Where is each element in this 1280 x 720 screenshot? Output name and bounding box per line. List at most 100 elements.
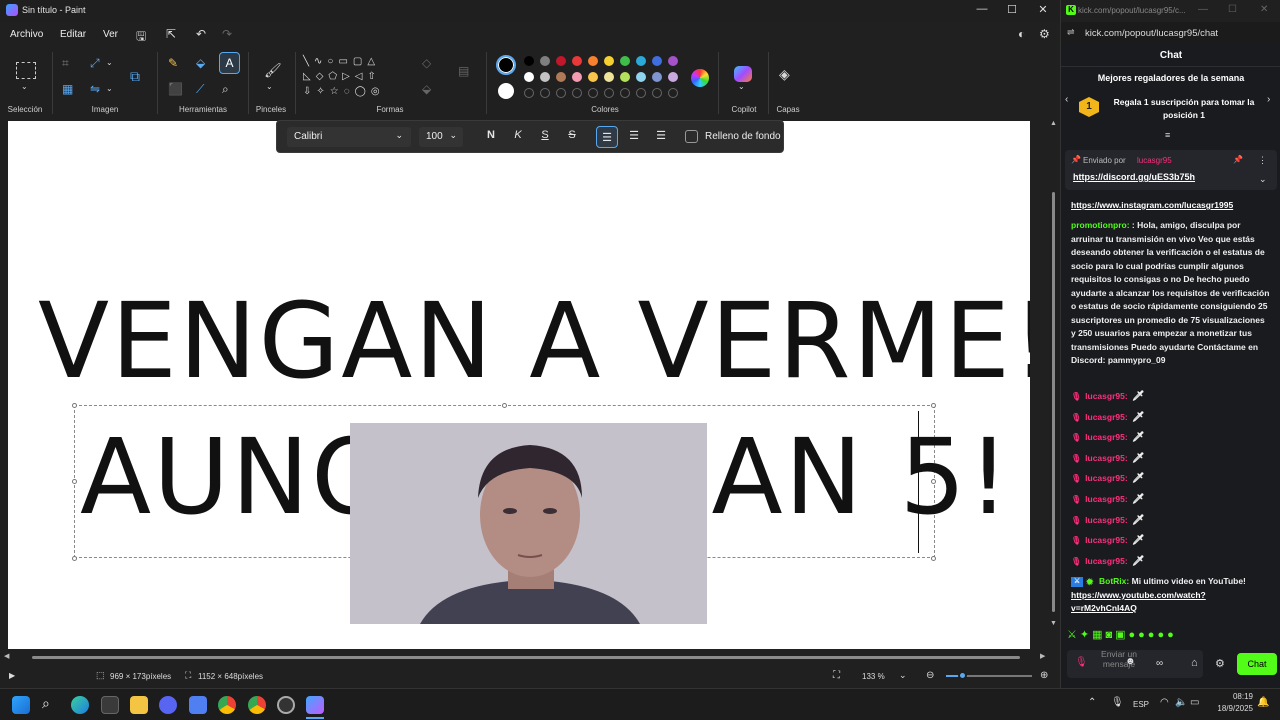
color-swatch[interactable]	[604, 56, 614, 66]
brush-icon[interactable]: 🖌	[264, 62, 282, 79]
zoom-select[interactable]: 133 % ⌄	[856, 668, 912, 685]
color-swatch[interactable]	[556, 56, 566, 66]
resize-handle[interactable]	[931, 556, 936, 561]
secondary-color[interactable]	[498, 83, 514, 99]
color-swatch[interactable]	[604, 72, 614, 82]
site-info-icon[interactable]: ⇌	[1067, 27, 1075, 38]
language-indicator[interactable]: ESP	[1133, 700, 1149, 709]
shape-fill-icon[interactable]: ▤	[458, 64, 469, 78]
custom-color-slot[interactable]	[556, 88, 566, 98]
capcut-icon[interactable]	[189, 696, 207, 714]
resize-handle[interactable]	[931, 403, 936, 408]
color-swatch[interactable]	[636, 56, 646, 66]
paint-icon[interactable]	[306, 696, 324, 714]
resize-handle[interactable]	[72, 479, 77, 484]
battery-icon[interactable]: ▭	[1190, 697, 1199, 708]
account-icon[interactable]: ◐	[1018, 27, 1025, 41]
undo-icon[interactable]: ↶	[196, 27, 206, 41]
menu-ver[interactable]: Ver	[103, 29, 118, 40]
copilot-icon[interactable]	[734, 66, 752, 82]
custom-color-slot[interactable]	[620, 88, 630, 98]
chat-input[interactable]: 🎙 Enviar un mensaje ☻	[1067, 649, 1203, 678]
vertical-scrollbar[interactable]: ▲ ▼	[1050, 120, 1058, 650]
menu-editar[interactable]: Editar	[60, 29, 86, 40]
chat-username[interactable]: lucasgr95:	[1085, 494, 1128, 504]
color-swatch[interactable]	[572, 72, 582, 82]
chrome-icon[interactable]	[248, 696, 266, 714]
maximize-icon[interactable]: ☐	[1228, 4, 1237, 15]
strikethrough-button[interactable]: S	[565, 129, 579, 141]
obs-icon[interactable]	[277, 696, 295, 714]
clock-date[interactable]: 18/9/2025	[1208, 704, 1253, 713]
resize-handle[interactable]	[502, 403, 507, 408]
chat-username[interactable]: lucasgr95:	[1085, 412, 1128, 422]
italic-button[interactable]: K	[511, 129, 525, 141]
pinned-by-user[interactable]: lucasgr95	[1137, 156, 1172, 165]
send-chat-button[interactable]: Chat	[1237, 653, 1277, 675]
color-swatch[interactable]	[620, 56, 630, 66]
vertical-scroll-thumb[interactable]	[1052, 192, 1055, 612]
custom-color-slot[interactable]	[588, 88, 598, 98]
chat-username[interactable]: lucasgr95:	[1085, 535, 1128, 545]
outline-icon[interactable]: ◇	[422, 56, 431, 70]
select-rect-icon[interactable]	[16, 62, 36, 79]
chevron-down-icon[interactable]: ⌄	[1259, 174, 1267, 185]
color-swatch[interactable]	[652, 56, 662, 66]
start-icon[interactable]	[12, 696, 30, 714]
close-icon[interactable]: ✕	[1260, 4, 1268, 15]
color-picker-icon[interactable]: ⟋	[196, 82, 204, 97]
align-right-button[interactable]: ☰	[654, 129, 668, 142]
image-select-icon[interactable]: ⧉	[130, 68, 140, 85]
text-tool-icon[interactable]: A	[219, 52, 240, 74]
store-icon[interactable]	[101, 696, 119, 714]
emote-bar[interactable]: ⚔✦▦◙▣●●●●●	[1067, 628, 1277, 644]
color-swatch[interactable]	[636, 72, 646, 82]
color-swatch[interactable]	[588, 56, 598, 66]
scroll-down-icon[interactable]: ▼	[1050, 620, 1057, 627]
scroll-left-icon[interactable]: ◀	[4, 652, 9, 660]
wifi-icon[interactable]: ◠	[1160, 697, 1169, 708]
fill-background-checkbox[interactable]	[685, 130, 698, 143]
chevron-right-icon[interactable]: ›	[1267, 94, 1270, 105]
chat-username[interactable]: lucasgr95:	[1085, 391, 1128, 401]
align-left-button[interactable]: ☰	[596, 126, 618, 148]
redo-icon[interactable]: ↷	[222, 27, 232, 41]
minimize-icon[interactable]: —	[972, 3, 992, 15]
clock-time[interactable]: 08:19	[1213, 692, 1253, 701]
horizontal-scroll-thumb[interactable]	[32, 656, 1020, 659]
zoom-slider-thumb[interactable]	[958, 671, 967, 680]
fill-bucket-icon[interactable]: ⬙	[196, 56, 205, 70]
chat-username[interactable]: lucasgr95:	[1085, 453, 1128, 463]
color-swatch[interactable]	[556, 72, 566, 82]
custom-color-slot[interactable]	[540, 88, 550, 98]
custom-color-slot[interactable]	[652, 88, 662, 98]
volume-icon[interactable]: 🔈	[1175, 697, 1187, 708]
points-icon[interactable]: ∞	[1156, 658, 1163, 669]
color-swatch[interactable]	[572, 56, 582, 66]
chat-link[interactable]: https://www.instagram.com/lucasgr1995	[1071, 200, 1233, 210]
notification-icon[interactable]: 🔔	[1257, 697, 1269, 708]
kick-url[interactable]: kick.com/popout/lucasgr95/chat	[1085, 28, 1218, 39]
discord-icon[interactable]	[159, 696, 177, 714]
settings-gear-icon[interactable]: ⚙	[1039, 27, 1050, 41]
pencil-icon[interactable]: ✎	[168, 56, 178, 70]
fill-icon[interactable]: ⬙	[422, 82, 431, 96]
chat-username[interactable]: lucasgr95:	[1085, 515, 1128, 525]
chevron-down-icon[interactable]: ⌄	[738, 82, 745, 91]
menu-archivo[interactable]: Archivo	[10, 29, 43, 40]
emoji-icon[interactable]: ☻	[1125, 656, 1136, 667]
color-swatch[interactable]	[652, 72, 662, 82]
resize-handle[interactable]	[72, 403, 77, 408]
minimize-icon[interactable]: —	[1198, 4, 1208, 15]
horizontal-scrollbar[interactable]: ◀ ▶	[0, 652, 1050, 662]
chevron-down-icon[interactable]: ⌄	[21, 82, 28, 91]
primary-color[interactable]	[496, 55, 516, 75]
settings-gear-icon[interactable]: ⚙	[1215, 657, 1225, 670]
custom-color-slot[interactable]	[572, 88, 582, 98]
chat-username[interactable]: promotionpro:	[1071, 220, 1130, 230]
underline-button[interactable]: S	[538, 129, 552, 141]
chat-username[interactable]: lucasgr95:	[1085, 432, 1128, 442]
bold-button[interactable]: N	[484, 129, 498, 141]
pinned-link[interactable]: https://discord.gg/uES3b75h	[1073, 172, 1195, 182]
color-swatch[interactable]	[540, 56, 550, 66]
